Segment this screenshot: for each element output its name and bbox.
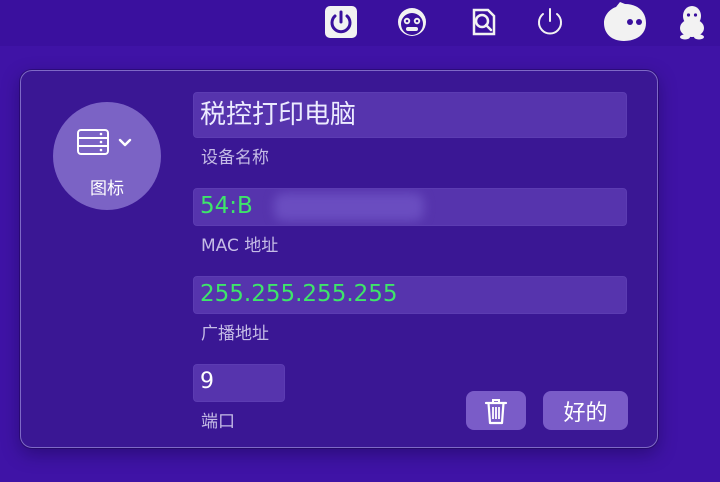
device-icon-picker[interactable]: 图标 xyxy=(53,102,161,210)
mac-address-value: 54:B xyxy=(200,193,253,219)
penguin-icon[interactable] xyxy=(674,4,710,40)
delete-button[interactable] xyxy=(466,391,526,430)
chat-bubble-icon[interactable] xyxy=(602,1,648,43)
port-input[interactable]: 9 xyxy=(193,364,285,402)
power-app-icon[interactable] xyxy=(323,4,359,40)
device-icon-label: 图标 xyxy=(90,179,124,199)
trash-icon xyxy=(484,398,508,424)
server-rack-icon xyxy=(77,129,109,155)
chevron-down-icon xyxy=(118,138,132,147)
menu-bar xyxy=(0,0,720,46)
search-document-icon[interactable] xyxy=(465,4,501,40)
device-name-input[interactable]: 税控打印电脑 xyxy=(193,92,627,138)
device-name-caption: 设备名称 xyxy=(201,148,269,168)
ok-button[interactable]: 好的 xyxy=(543,391,628,430)
broadcast-address-input[interactable]: 255.255.255.255 xyxy=(193,276,627,314)
redaction-blur xyxy=(274,193,424,221)
broadcast-address-caption: 广播地址 xyxy=(201,324,269,344)
power-icon[interactable] xyxy=(532,4,568,40)
device-edit-panel: 图标 税控打印电脑 设备名称 54:B MAC 地址 255.255.255.2… xyxy=(20,70,658,448)
monkey-face-icon[interactable] xyxy=(394,4,430,40)
mac-address-caption: MAC 地址 xyxy=(201,236,279,256)
port-caption: 端口 xyxy=(201,412,235,432)
mac-address-input[interactable]: 54:B xyxy=(193,188,627,226)
